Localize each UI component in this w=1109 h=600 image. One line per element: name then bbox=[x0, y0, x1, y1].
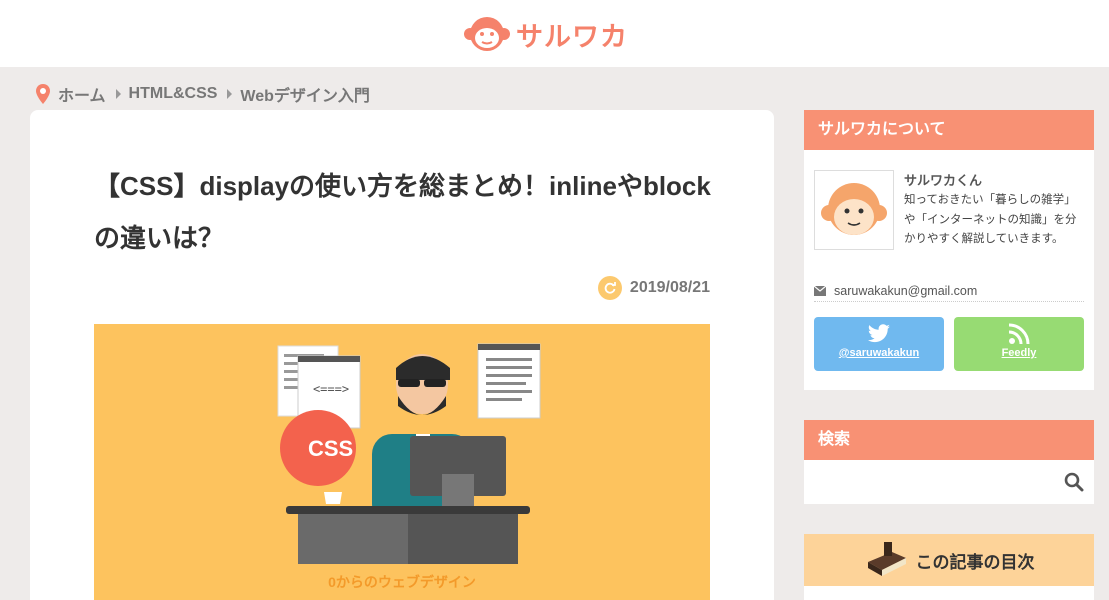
profile-name: サルワカくん bbox=[904, 173, 983, 188]
refresh-icon bbox=[597, 276, 622, 300]
feedly-button[interactable]: Feedly bbox=[954, 317, 1084, 371]
toc-heading[interactable]: この記事の目次 bbox=[804, 534, 1094, 586]
eyecatch-caption: 0からのウェブデザイン bbox=[328, 574, 476, 590]
breadcrumb-html-css[interactable]: HTML&CSS bbox=[129, 85, 218, 103]
eyecatch-code-label: <===> bbox=[312, 382, 350, 396]
monkey-face-icon bbox=[464, 17, 510, 51]
sidebar-about-box: サルワカについて サルワカくん 知っておきたい「暮らしの雑学」や「インターネット… bbox=[804, 110, 1094, 390]
page-title: 【CSS】displayの使い方を総まとめ！inlineやblockの違いは？ bbox=[94, 171, 711, 253]
profile-description: 知っておきたい「暮らしの雑学」や「インターネットの知識」を分かりやすく解説してい… bbox=[904, 194, 1077, 245]
location-pin-icon bbox=[36, 84, 50, 104]
breadcrumb-web-design[interactable]: Webデザイン入門 bbox=[240, 82, 370, 106]
mail-icon bbox=[814, 286, 826, 296]
rss-icon bbox=[1008, 323, 1030, 345]
twitter-label: @saruwakakun bbox=[838, 347, 920, 359]
search-icon[interactable] bbox=[1064, 472, 1084, 492]
avatar bbox=[814, 170, 894, 250]
site-logo[interactable]: サルワカ bbox=[464, 12, 664, 56]
search-input[interactable] bbox=[804, 462, 1094, 504]
twitter-button[interactable]: @saruwakakun bbox=[814, 317, 944, 371]
eyecatch-css-badge: CSS bbox=[308, 436, 354, 461]
sidebar-search-heading: 検索 bbox=[804, 420, 1094, 460]
breadcrumb: ホーム HTML&CSS Webデザイン入門 bbox=[36, 82, 370, 106]
site-header: サルワカ bbox=[0, 0, 1109, 67]
email-row[interactable]: saruwakakun@gmail.com bbox=[814, 281, 1084, 302]
eyecatch-image: CSS <===> 0からのウェブデザイン bbox=[94, 324, 710, 600]
sidebar-toc-box: この記事の目次 bbox=[804, 534, 1094, 600]
feedly-label: Feedly bbox=[1001, 347, 1037, 359]
breadcrumb-separator-icon bbox=[227, 89, 233, 99]
breadcrumb-home[interactable]: ホーム bbox=[58, 82, 106, 106]
article-card: 【CSS】displayの使い方を総まとめ！inlineやblockの違いは？ … bbox=[30, 110, 774, 600]
sidebar-search-box: 検索 bbox=[804, 420, 1094, 504]
eyecatch-illustration bbox=[277, 343, 541, 564]
twitter-icon bbox=[868, 324, 890, 343]
book-icon bbox=[867, 542, 906, 576]
site-logo-text: サルワカ bbox=[516, 21, 628, 53]
breadcrumb-separator-icon bbox=[115, 89, 121, 99]
post-date: 2019/08/21 bbox=[597, 276, 710, 300]
toc-heading-text: この記事の目次 bbox=[915, 552, 1035, 572]
sidebar-about-heading: サルワカについて bbox=[804, 110, 1094, 150]
post-date-text: 2019/08/21 bbox=[629, 279, 710, 296]
email-text: saruwakakun@gmail.com bbox=[834, 284, 978, 298]
